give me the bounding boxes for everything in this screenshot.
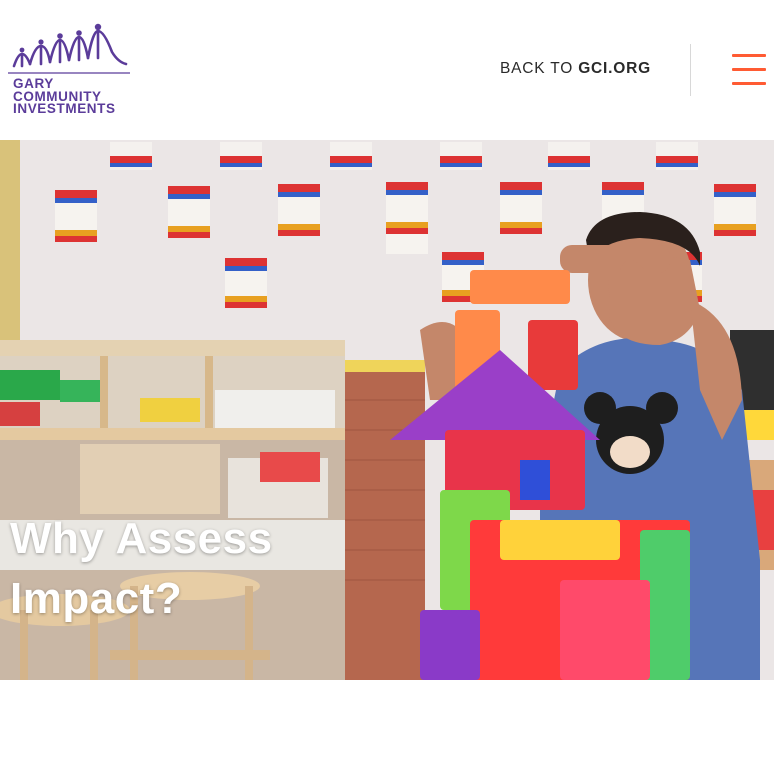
site-header: GARY COMMUNITY INVESTMENTS BACK TO GCI.O… (0, 0, 774, 140)
people-arch-logo-icon (8, 23, 130, 74)
back-link-prefix: BACK TO (500, 60, 579, 77)
hero-title-line-1: Why Assess (10, 514, 273, 564)
hero-title: Why Assess Impact? (10, 509, 273, 629)
back-to-gci-link[interactable]: BACK TO GCI.ORG (500, 60, 651, 78)
hero-title-line-2: Impact? (10, 574, 183, 624)
logo-word-investments: INVESTMENTS (13, 101, 116, 116)
hero-banner: Why Assess Impact? (0, 140, 774, 680)
logo-wordmark: GARY COMMUNITY INVESTMENTS (13, 77, 116, 116)
hamburger-menu-icon[interactable] (732, 54, 766, 86)
back-link-site: GCI.ORG (578, 60, 651, 77)
header-divider (690, 44, 691, 96)
gary-community-investments-logo[interactable]: GARY COMMUNITY INVESTMENTS (8, 22, 132, 118)
